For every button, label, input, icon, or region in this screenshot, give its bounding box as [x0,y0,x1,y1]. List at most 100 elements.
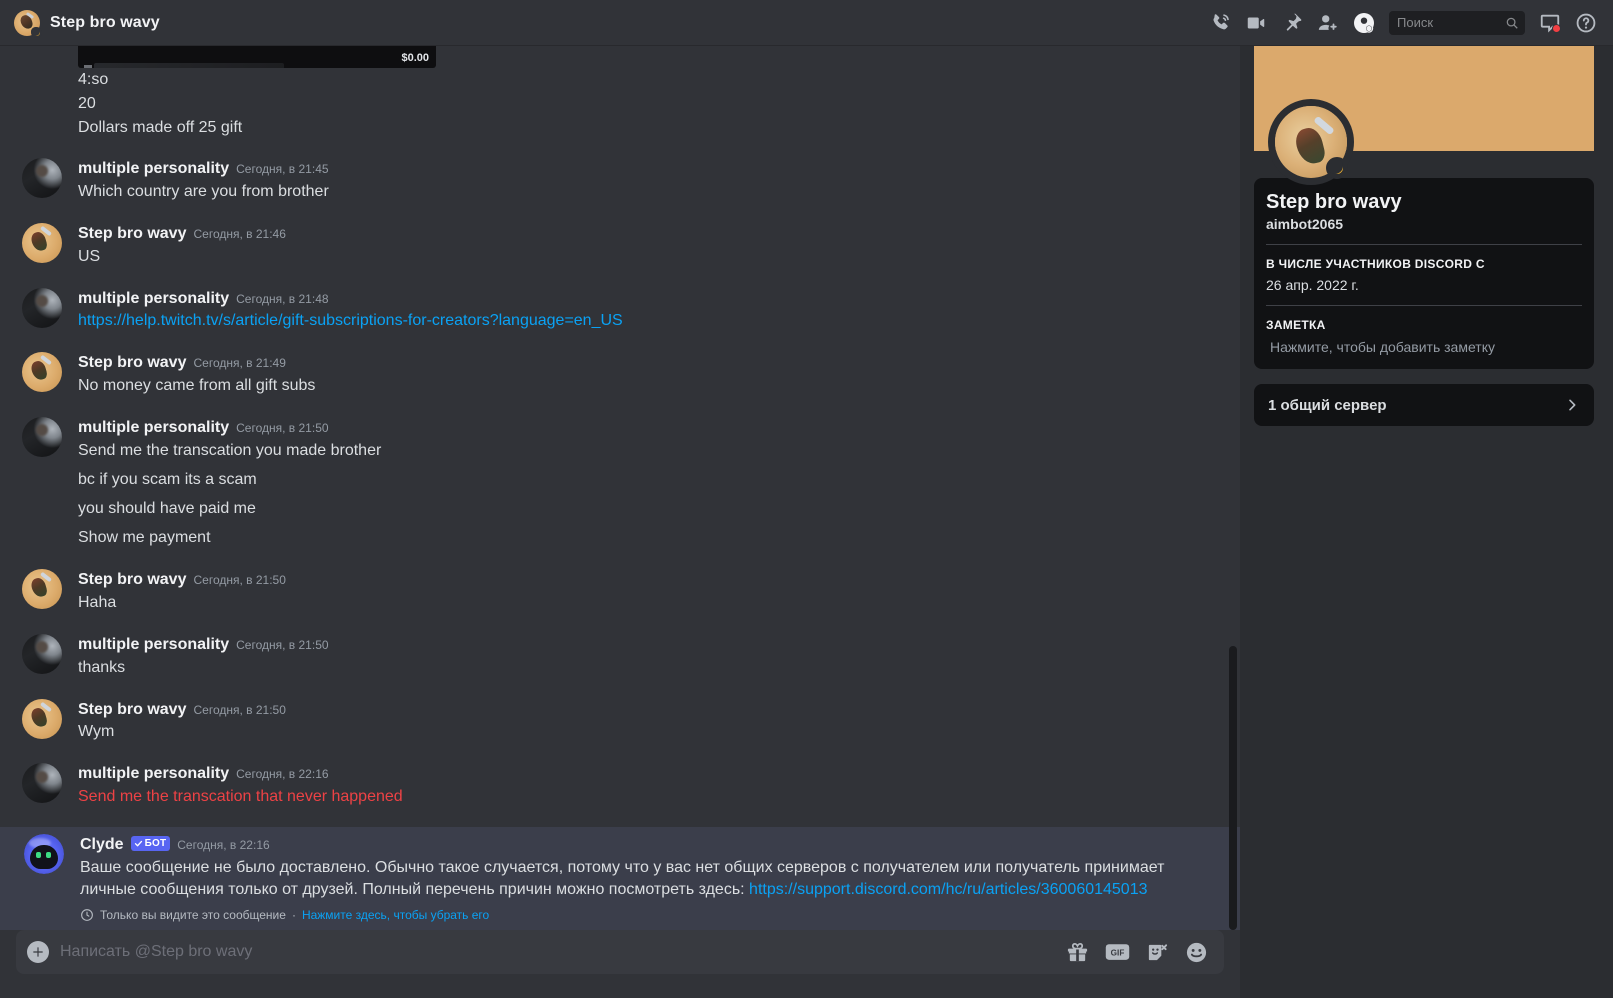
message-header: multiple personality Сегодня, в 22:16 [78,764,1192,785]
message-group: multiple personality Сегодня, в 21:50 Se… [0,416,1240,551]
avatar[interactable] [22,763,62,804]
support-article-link[interactable]: https://support.discord.com/hc/ru/articl… [749,881,1147,898]
video-call-icon[interactable] [1239,6,1273,40]
message-group: Step bro wavy Сегодня, в 21:49 No money … [0,351,1240,399]
note-input[interactable]: Нажмите, чтобы добавить заметку [1266,339,1582,355]
avatar[interactable] [22,287,62,328]
dm-header-avatar [14,9,42,38]
profile-info-card: Step bro wavy aimbot2065 В числе участни… [1254,178,1594,369]
message-author[interactable]: multiple personality [78,159,229,180]
message-text: Show me payment [78,528,211,546]
message-text: Send me the transcation you made brother [78,441,382,459]
bot-badge-label: БОТ [144,838,167,850]
message-composer[interactable]: Написать @Step bro wavy GIF [16,930,1224,974]
mutual-servers-label: 1 общий сервер [1268,396,1387,414]
help-icon[interactable] [1569,6,1603,40]
message-input[interactable]: Написать @Step bro wavy [60,930,1066,974]
message-list[interactable]: $0.00 4:so 20 Dollars made off 25 gift m… [0,46,1240,930]
image-embed-fragment[interactable]: $0.00 [78,46,436,68]
bot-badge: БОТ [130,836,171,852]
continued-line: 4:so [78,71,109,88]
message-group: Step bro wavy Сегодня, в 21:50 Wym [0,698,1240,746]
message-timestamp: Сегодня, в 21:50 [193,572,286,587]
message-text: Which country are you from brother [78,182,329,200]
message-text: https://help.twitch.tv/s/article/gift-su… [78,309,1192,332]
emoji-icon[interactable] [1185,941,1208,964]
gif-icon[interactable]: GIF [1105,941,1130,963]
profile-display-name: Step bro wavy [1266,191,1402,213]
avatar[interactable] [22,352,62,393]
message-timestamp: Сегодня, в 21:50 [193,702,286,717]
message-author[interactable]: multiple personality [78,635,229,656]
continued-line: Dollars made off 25 gift [78,119,243,136]
composer-area: Написать @Step bro wavy GIF [0,930,1240,998]
message-author[interactable]: Clyde [80,835,124,856]
profile-divider [1266,305,1582,306]
message-author[interactable]: Step bro wavy [78,353,186,374]
message-group: multiple personality Сегодня, в 21:50 th… [0,633,1240,681]
message-timestamp: Сегодня, в 22:16 [236,767,329,782]
avatar[interactable] [22,698,62,739]
member-since-value: 26 апр. 2022 г. [1266,277,1359,293]
message-author[interactable]: Step bro wavy [78,700,186,721]
add-friends-icon[interactable] [1311,6,1345,40]
search-input[interactable]: Поиск [1389,10,1525,35]
message-text: thanks [78,658,126,676]
user-profile-icon[interactable] [1347,6,1381,40]
message-header: Step bro wavy Сегодня, в 21:49 [78,353,1192,374]
clyde-avatar[interactable] [24,834,64,875]
main-body: $0.00 4:so 20 Dollars made off 25 gift m… [0,46,1613,998]
message-timestamp: Сегодня, в 21:48 [236,291,329,306]
avatar[interactable] [22,222,62,263]
message-timestamp: Сегодня, в 21:46 [193,226,286,241]
ephemeral-notice: Только вы видите это сообщение · Нажмите… [80,908,1192,922]
avatar[interactable] [22,568,62,609]
profile-inner: Step bro wavy aimbot2065 В числе участни… [1254,46,1594,426]
message-timestamp: Сегодня, в 21:45 [236,162,329,176]
message-author[interactable]: Step bro wavy [78,224,186,245]
embed-price: $0.00 [401,52,429,64]
dismiss-message-link[interactable]: Нажмите здесь, чтобы убрать его [302,908,489,922]
top-bar: Step bro wavy Поиск [0,0,1613,46]
message-link[interactable]: https://help.twitch.tv/s/article/gift-su… [78,312,623,329]
message-text: you should have paid me [78,499,256,517]
message-timestamp: Сегодня, в 21:50 [236,637,329,652]
message-author[interactable]: multiple personality [78,289,229,310]
ephemeral-notice-text: Только вы видите это сообщение [100,907,286,922]
chevron-right-icon [1564,397,1580,413]
idle-status-badge [1326,157,1348,179]
avatar[interactable] [22,158,62,198]
inbox-icon[interactable] [1533,6,1567,40]
message-group: Step bro wavy Сегодня, в 21:50 Haha [0,568,1240,616]
attach-file-button[interactable] [16,930,60,974]
message-text: Haha [78,593,117,611]
message-author[interactable]: multiple personality [78,418,229,439]
message-author[interactable]: multiple personality [78,764,229,785]
message-group-failed: multiple personality Сегодня, в 22:16 Se… [0,762,1240,810]
top-bar-actions: Поиск [1203,6,1603,40]
continued-line: 20 [78,95,96,112]
avatar[interactable] [22,417,62,458]
member-since-label: В числе участников Discord с [1266,257,1485,271]
message-timestamp: Сегодня, в 21:50 [236,421,329,436]
message-text-failed: Send me the transcation that never happe… [78,788,403,806]
pinned-messages-icon[interactable] [1275,6,1309,40]
voice-call-icon[interactable] [1203,6,1237,40]
profile-avatar[interactable] [1268,99,1354,185]
message-text: US [78,247,101,265]
message-header: Step bro wavy Сегодня, в 21:50 [78,700,1192,721]
inbox-unread-dot [1552,23,1561,33]
message-author[interactable]: Step bro wavy [78,570,186,591]
dm-header: Step bro wavy [14,9,1203,38]
sticker-icon[interactable] [1146,941,1169,964]
avatar[interactable] [22,633,62,674]
message-list-inner: $0.00 4:so 20 Dollars made off 25 gift m… [0,46,1240,930]
gift-icon[interactable] [1066,941,1089,964]
composer-actions: GIF [1066,941,1208,964]
mutual-servers-row[interactable]: 1 общий сервер [1254,384,1594,426]
message-timestamp: Сегодня, в 22:16 [177,838,270,853]
message-header: multiple personality Сегодня, в 21:50 [78,418,1192,439]
message-group: Step bro wavy Сегодня, в 21:46 US [0,222,1240,270]
message-header: Step bro wavy Сегодня, в 21:50 [78,570,1192,591]
message-scrollbar-thumb[interactable] [1229,646,1237,930]
